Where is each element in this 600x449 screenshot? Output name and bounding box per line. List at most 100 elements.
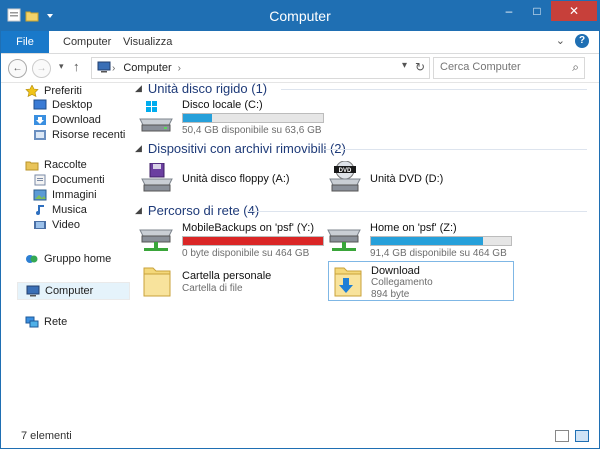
section-title: Percorso di rete (4) [147, 203, 260, 218]
details-view-icon[interactable] [555, 430, 569, 442]
drive-y[interactable]: MobileBackups on 'psf' (Y:) 0 byte dispo… [134, 222, 334, 259]
drive-floppy[interactable]: Unità disco floppy (A:) [134, 163, 324, 195]
ribbon-expand-icon[interactable]: ⌄ [556, 34, 565, 48]
refresh-icon[interactable]: ↻ [415, 60, 425, 74]
drive-name: MobileBackups on 'psf' (Y:) [182, 222, 314, 234]
sidebar-item-download[interactable]: Download [33, 112, 101, 128]
sidebar-item-video[interactable]: Video [33, 217, 80, 233]
search-icon[interactable]: ⌕ [572, 60, 579, 75]
item-count: 7 elementi [21, 430, 72, 442]
sidebar-item-label: Computer [45, 285, 94, 297]
dvd-drive-icon: DVD [329, 161, 361, 192]
tab-computer[interactable]: Computer [63, 31, 111, 53]
network-drive-icon [327, 229, 361, 251]
drive-free-space: 0 byte disponibile su 464 GB [182, 248, 310, 259]
sidebar-item-immagini[interactable]: Immagini [33, 187, 97, 203]
address-bar[interactable]: › Computer › ▾ ↻ [91, 57, 430, 79]
section-header-network[interactable]: ◢ Percorso di rete (4) [135, 203, 259, 218]
tab-file[interactable]: File [1, 31, 49, 53]
section-header-hdd[interactable]: ◢ Unità disco rigido (1) [135, 81, 267, 96]
svg-text:DVD: DVD [339, 168, 352, 174]
address-separator[interactable]: › [112, 63, 115, 74]
drive-usage-fill [183, 237, 323, 245]
ribbon: File Computer Visualizza ⌄ ? [1, 31, 599, 54]
drive-usage-bar [370, 236, 512, 246]
sidebar-item-label: Rete [44, 316, 68, 328]
help-icon[interactable]: ? [575, 34, 589, 48]
pictures-icon [33, 189, 47, 201]
sidebar-item-computer[interactable]: Computer [17, 282, 130, 300]
sidebar-item-label: Risorse recenti [52, 129, 126, 141]
navigation-pane: Preferiti Desktop Download Risorse recen… [1, 83, 131, 423]
shortcut-download[interactable]: Download Collegamento 894 byte [328, 261, 514, 301]
sidebar-item-desktop[interactable]: Desktop [33, 97, 92, 113]
folder-personal[interactable]: Cartella personale Cartella di file [134, 264, 324, 300]
collapse-chevron-icon[interactable]: ◢ [135, 143, 142, 154]
folder-icon [143, 267, 171, 297]
breadcrumb-computer[interactable]: Computer [123, 62, 171, 74]
sidebar-item-label: Gruppo home [44, 253, 112, 265]
search-input[interactable] [434, 58, 565, 76]
explorer-window: Computer – □ ✕ File Computer Visualizza … [0, 0, 600, 449]
desktop-icon [33, 99, 47, 110]
sidebar-item-documenti[interactable]: Documenti [33, 172, 105, 188]
video-icon [34, 221, 46, 229]
sidebar-item-label: Preferiti [44, 85, 82, 97]
homegroup-icon [26, 255, 38, 263]
ribbon-controls: ⌄ ? [556, 34, 589, 48]
sidebar-item-label: Documenti [52, 174, 105, 186]
sidebar-item-label: Download [52, 114, 101, 126]
documents-icon [34, 174, 46, 186]
drive-dvd[interactable]: DVD Unità DVD (D:) [322, 161, 512, 195]
sidebar-item-label: Raccolte [44, 159, 87, 171]
tiles-view-icon[interactable] [575, 430, 589, 442]
computer-icon [26, 285, 40, 297]
up-button[interactable]: ↑ [73, 59, 80, 74]
sidebar-item-recent[interactable]: Risorse recenti [33, 127, 125, 143]
hard-drive-windows-icon [139, 101, 173, 132]
minimize-button[interactable]: – [495, 1, 523, 21]
drive-z[interactable]: Home on 'psf' (Z:) 91,4 GB disponibile s… [322, 222, 522, 259]
shortcut-name: Download [371, 265, 420, 277]
drive-name: Unità DVD (D:) [370, 173, 444, 185]
section-divider [281, 89, 587, 90]
sidebar-item-label: Musica [52, 204, 87, 216]
drive-usage-fill [371, 237, 483, 245]
drive-usage-bar [182, 113, 324, 123]
forward-button[interactable]: → [32, 59, 51, 78]
tab-visualizza[interactable]: Visualizza [123, 31, 172, 53]
maximize-button[interactable]: □ [523, 1, 551, 21]
sidebar-item-musica[interactable]: Musica [33, 202, 87, 218]
close-button[interactable]: ✕ [551, 1, 597, 21]
libraries-icon [25, 161, 39, 171]
drive-usage-fill [183, 114, 213, 122]
back-button[interactable]: ← [8, 59, 27, 78]
section-header-removable[interactable]: ◢ Dispositivi con archivi rimovibili (2) [135, 141, 346, 156]
download-folder-icon [334, 267, 362, 297]
section-divider [323, 149, 587, 150]
sidebar-item-rete[interactable]: Rete [25, 314, 67, 330]
recent-locations-button[interactable]: ▾ [59, 61, 64, 72]
sidebar-item-label: Video [52, 219, 80, 231]
recent-places-icon [34, 130, 46, 140]
drive-free-space: 50,4 GB disponibile su 63,6 GB [182, 125, 322, 136]
music-icon [36, 205, 44, 215]
sidebar-item-label: Immagini [52, 189, 97, 201]
download-icon [34, 115, 46, 125]
status-bar: 7 elementi [1, 425, 599, 447]
folder-name: Cartella personale [182, 270, 272, 282]
address-separator[interactable]: › [178, 63, 181, 74]
view-switcher [555, 430, 589, 442]
computer-icon [97, 61, 111, 73]
collapse-chevron-icon[interactable]: ◢ [135, 205, 142, 216]
sidebar-item-homegroup[interactable]: Gruppo home [25, 251, 111, 267]
section-divider [247, 211, 587, 212]
navigation-bar: ← → ▾ ↑ › Computer › ▾ ↻ ⌕ [1, 54, 599, 83]
sidebar-item-raccolte[interactable]: Raccolte [25, 157, 87, 173]
search-box[interactable]: ⌕ [433, 57, 585, 79]
drive-c[interactable]: Disco locale (C:) 50,4 GB disponibile su… [134, 99, 334, 137]
star-icon [25, 85, 39, 97]
collapse-chevron-icon[interactable]: ◢ [135, 83, 142, 94]
address-dropdown-icon[interactable]: ▾ [402, 60, 407, 71]
drive-free-space: 91,4 GB disponibile su 464 GB [370, 248, 507, 259]
